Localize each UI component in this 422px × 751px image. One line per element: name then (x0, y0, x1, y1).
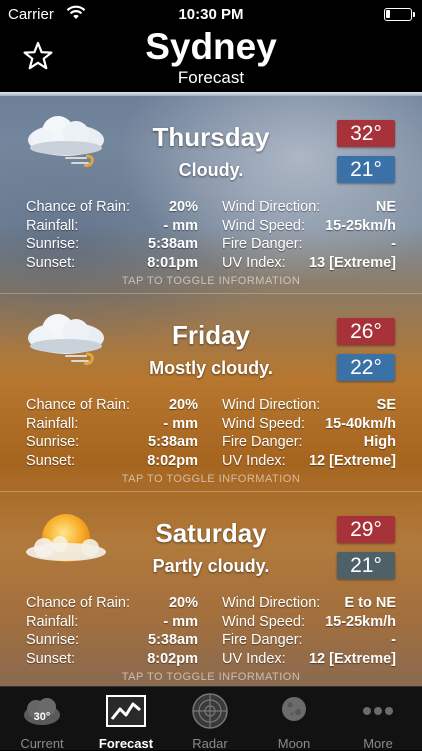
tab-bar: 30° Current Forecast Radar Moon More (0, 686, 422, 751)
high-temperature-badge: 32° (337, 120, 395, 147)
details-right: Wind Direction: SE Wind Speed: 15-40km/h F… (222, 396, 396, 470)
sunrise-label: Sunrise: (26, 236, 80, 253)
sunset-value: 8:02pm (147, 452, 198, 469)
forecast-chart-icon (106, 693, 146, 729)
sunset-label: Sunset: (26, 452, 76, 469)
cloudy-windy-icon (20, 110, 112, 178)
chance-of-rain-value: 20% (168, 199, 198, 215)
details-right: Wind Direction: NE Wind Speed: 15-25km/h F… (222, 198, 396, 272)
tab-label: More (363, 736, 393, 751)
details-left: Chance of Rain: 20% Rainfall: - mm Sunrise… (26, 594, 198, 668)
tab-moon[interactable]: Moon (252, 687, 336, 751)
rainfall-label: Rainfall: (26, 415, 79, 432)
wind-speed-label: Wind Speed: (222, 613, 306, 630)
rainfall-value: - mm (163, 217, 198, 234)
wind-speed-label: Wind Speed: (222, 415, 306, 432)
day-name: Saturday (155, 518, 267, 548)
page-subtitle: Forecast (177, 68, 245, 87)
sunrise-value: 5:38am (148, 632, 198, 649)
tab-label: Moon (277, 736, 311, 751)
forecast-day-friday[interactable]: Friday Mostly cloudy. 26° 22° Chance of … (0, 294, 422, 491)
wind-direction-value: E to NE (344, 595, 396, 611)
low-temperature-badge: 21° (337, 552, 395, 579)
current-weather-icon: 30° (22, 693, 62, 729)
sunset-label: Sunset: (26, 254, 76, 271)
tab-label: Current (20, 736, 64, 751)
partly-cloudy-sun-icon (20, 506, 112, 574)
sunset-label: Sunset: (26, 650, 76, 667)
tab-label: Radar (192, 736, 228, 751)
wind-direction-label: Wind Direction: (222, 199, 321, 215)
status-time: 10:30 PM (178, 6, 244, 23)
rainfall-value: - mm (163, 415, 198, 432)
rainfall-value: - mm (163, 613, 198, 630)
details-left: Chance of Rain: 20% Rainfall: - mm Sunrise… (26, 396, 198, 470)
toggle-information-button[interactable]: TAP TO TOGGLE INFORMATION (0, 671, 422, 683)
wind-speed-label: Wind Speed: (222, 217, 306, 234)
city-title: Sydney (145, 26, 277, 67)
tab-more[interactable]: More (336, 687, 420, 751)
tab-label: Forecast (98, 736, 154, 751)
forecast-day-thursday[interactable]: Thursday Cloudy. 32° 21° Chance of Rain:… (0, 96, 422, 293)
fire-danger-label: Fire Danger: (222, 632, 303, 649)
uv-index-label: UV Index: (222, 452, 286, 469)
uv-index-label: UV Index: (222, 650, 286, 667)
chance-of-rain-label: Chance of Rain: (26, 199, 130, 215)
day-condition: Partly cloudy. (152, 556, 270, 576)
more-dots-icon (358, 693, 398, 729)
details-left: Chance of Rain: 20% Rainfall: - mm Sunrise… (26, 198, 198, 272)
uv-index-label: UV Index: (222, 254, 286, 271)
high-temperature-badge: 29° (337, 516, 395, 543)
tab-radar[interactable]: Radar (168, 687, 252, 751)
high-temperature-badge: 26° (337, 318, 395, 345)
low-temperature-badge: 22° (337, 354, 395, 381)
fire-danger-value: - (391, 236, 396, 253)
day-condition: Cloudy. (178, 160, 244, 180)
sunset-value: 8:02pm (147, 650, 198, 667)
sunrise-value: 5:38am (148, 236, 198, 253)
wind-speed-value: 15-25km/h (325, 613, 396, 630)
low-temperature-badge: 21° (337, 156, 395, 183)
cloudy-windy-icon (20, 308, 112, 376)
battery-icon (384, 8, 415, 21)
fire-danger-label: Fire Danger: (222, 434, 303, 451)
uv-index-value: 12 [Extreme] (308, 650, 396, 667)
toggle-information-button[interactable]: TAP TO TOGGLE INFORMATION (0, 473, 422, 485)
uv-index-value: 13 [Extreme] (308, 254, 396, 271)
rainfall-label: Rainfall: (26, 217, 79, 234)
chance-of-rain-label: Chance of Rain: (26, 595, 130, 611)
moon-icon (274, 693, 314, 729)
radar-icon (190, 693, 230, 729)
wind-speed-value: 15-40km/h (325, 415, 396, 432)
wind-direction-label: Wind Direction: (222, 397, 321, 413)
toggle-information-button[interactable]: TAP TO TOGGLE INFORMATION (0, 275, 422, 287)
chance-of-rain-label: Chance of Rain: (26, 397, 130, 413)
header: Sydney Forecast (0, 26, 422, 92)
wind-direction-value: SE (376, 397, 396, 413)
forecast-day-saturday[interactable]: Saturday Partly cloudy. 29° 21° Chance o… (0, 492, 422, 686)
day-name: Friday (171, 320, 251, 350)
chance-of-rain-value: 20% (168, 595, 198, 611)
wind-direction-label: Wind Direction: (222, 595, 321, 611)
tab-forecast[interactable]: Forecast (84, 687, 168, 751)
forecast-list[interactable]: Thursday Cloudy. 32° 21° Chance of Rain:… (0, 96, 422, 686)
fire-danger-label: Fire Danger: (222, 236, 303, 253)
sunrise-value: 5:38am (148, 434, 198, 451)
sunrise-label: Sunrise: (26, 632, 80, 649)
sunrise-label: Sunrise: (26, 434, 80, 451)
wind-direction-value: NE (375, 199, 396, 215)
uv-index-value: 12 [Extreme] (308, 452, 396, 469)
fire-danger-value: - (391, 632, 396, 649)
tab-current[interactable]: 30° Current (0, 687, 84, 751)
details-right: Wind Direction: E to NE Wind Speed: 15-25k… (222, 594, 396, 668)
day-name: Thursday (152, 122, 270, 152)
current-temp-badge: 30° (34, 711, 51, 723)
fire-danger-value: High (363, 434, 396, 451)
sunset-value: 8:01pm (147, 254, 198, 271)
rainfall-label: Rainfall: (26, 613, 79, 630)
wind-speed-value: 15-25km/h (325, 217, 396, 234)
chance-of-rain-value: 20% (168, 397, 198, 413)
day-condition: Mostly cloudy. (149, 358, 273, 378)
